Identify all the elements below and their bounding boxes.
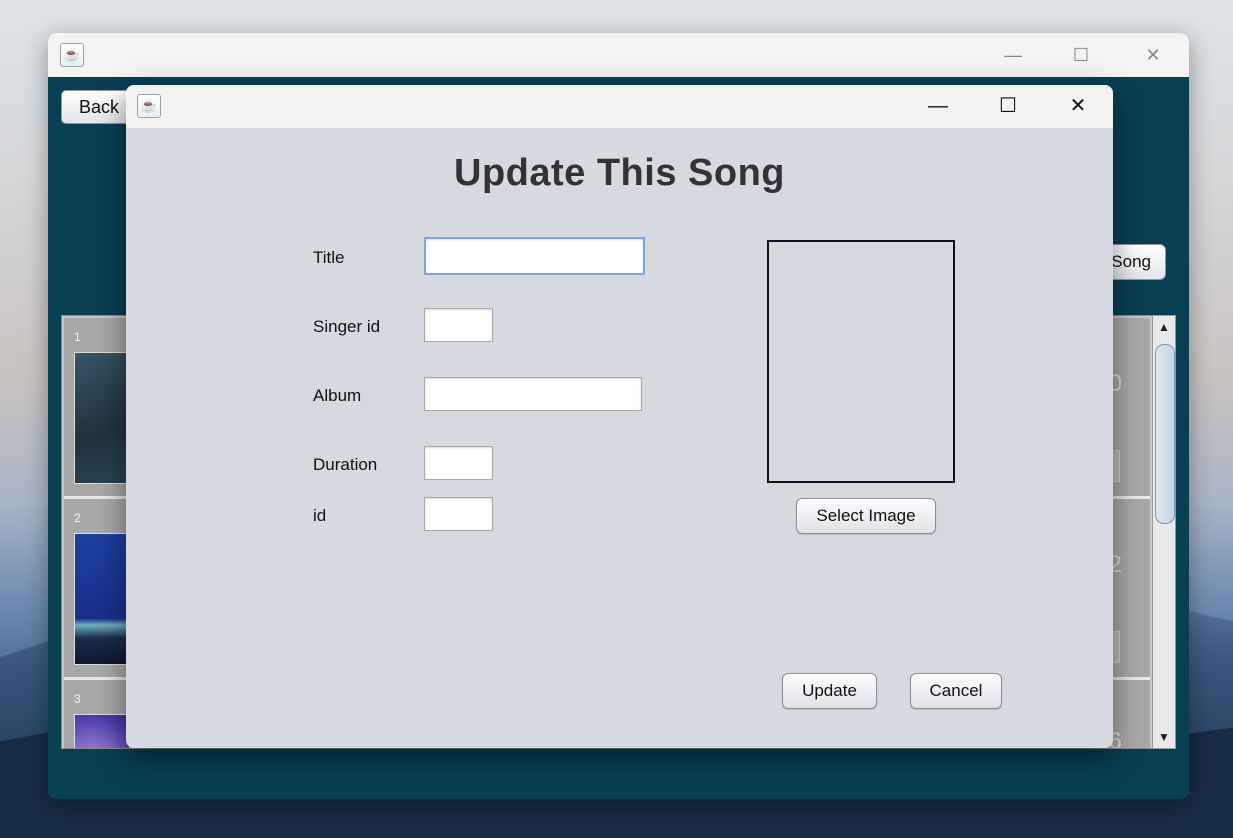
- main-window-titlebar: ☕ — ☐ ✕: [48, 33, 1189, 77]
- row-number: 1: [74, 330, 81, 344]
- singer-id-field[interactable]: [424, 308, 493, 342]
- update-button[interactable]: Update: [782, 673, 877, 709]
- title-label: Title: [313, 248, 345, 267]
- id-field[interactable]: [424, 497, 493, 531]
- close-icon[interactable]: ✕: [1130, 33, 1176, 77]
- dialog-titlebar: ☕ — ☐ ✕: [126, 85, 1113, 128]
- album-label: Album: [313, 386, 362, 405]
- close-icon[interactable]: ✕: [1055, 85, 1101, 128]
- scroll-down-icon[interactable]: ▼: [1153, 730, 1175, 744]
- title-field[interactable]: [424, 237, 645, 275]
- album-field[interactable]: [424, 377, 642, 411]
- dialog-heading: Update This Song: [454, 152, 785, 194]
- back-button[interactable]: Back: [61, 90, 133, 124]
- java-cup-icon: ☕: [137, 94, 161, 118]
- maximize-icon[interactable]: ☐: [1058, 33, 1104, 77]
- id-label: id: [313, 506, 327, 525]
- java-cup-icon: ☕: [60, 43, 84, 67]
- duration-field[interactable]: [424, 446, 493, 480]
- song-thumbnail: [74, 533, 130, 665]
- song-thumbnail: [74, 714, 130, 748]
- duration-label: Duration: [313, 455, 378, 474]
- add-song-label: Song: [1111, 252, 1151, 271]
- cancel-button[interactable]: Cancel: [910, 673, 1002, 709]
- minimize-icon[interactable]: —: [990, 33, 1036, 77]
- select-image-button[interactable]: Select Image: [796, 498, 936, 534]
- singer-id-label: Singer id: [313, 317, 381, 336]
- update-song-dialog: ☕ — ☐ ✕ Update This Song Title Singer id…: [126, 85, 1113, 748]
- minimize-icon[interactable]: —: [915, 85, 961, 128]
- dialog-content: Update This Song Title Singer id Album D…: [126, 128, 1113, 748]
- scroll-up-icon[interactable]: ▲: [1153, 320, 1175, 334]
- row-number: 2: [74, 511, 81, 525]
- list-scrollbar[interactable]: ▲ ▼: [1152, 315, 1176, 749]
- row-number: 3: [74, 692, 81, 706]
- maximize-icon[interactable]: ☐: [985, 85, 1031, 128]
- scrollbar-thumb[interactable]: [1155, 344, 1175, 524]
- song-thumbnail: [74, 352, 130, 484]
- image-preview: [767, 240, 955, 483]
